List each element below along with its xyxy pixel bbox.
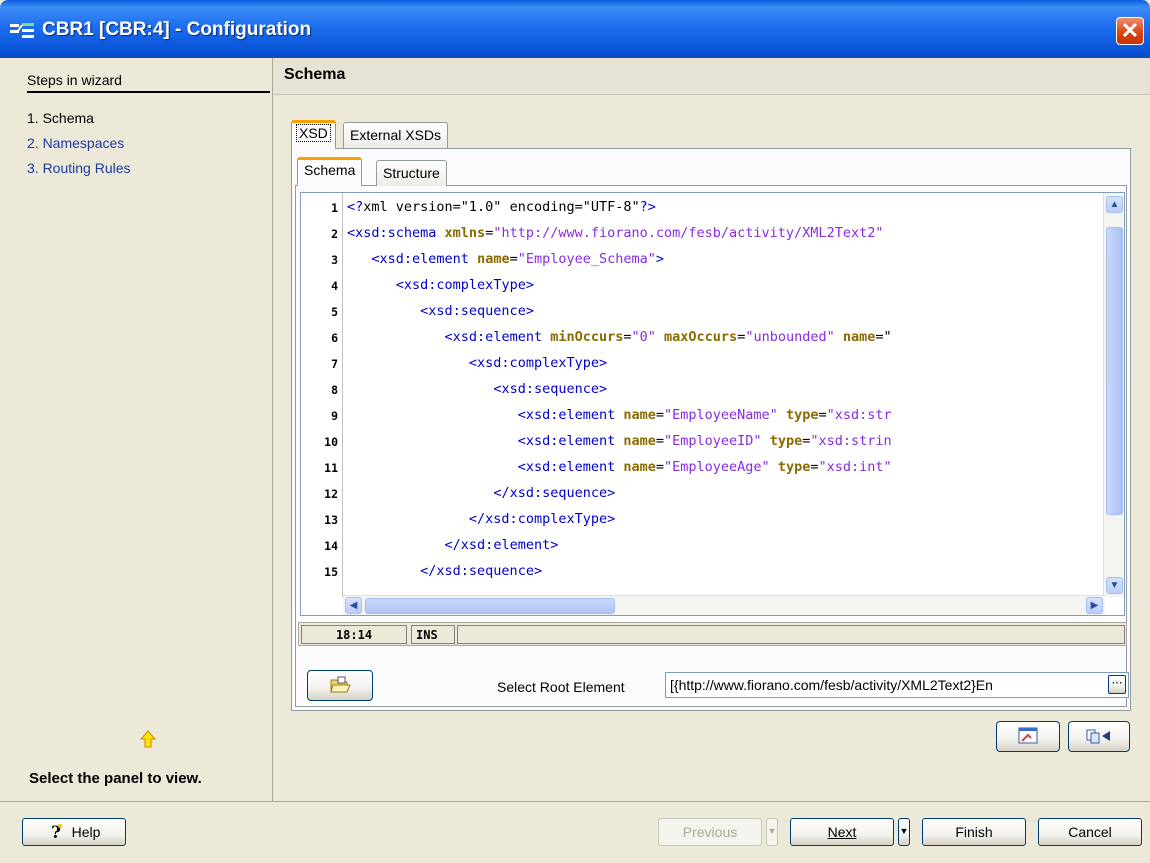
step-schema[interactable]: 1. Schema bbox=[27, 110, 94, 126]
previous-dropdown-icon[interactable]: ▼ bbox=[766, 818, 778, 846]
code-line[interactable]: <?xml version="1.0" encoding="UTF-8"?> bbox=[347, 199, 656, 215]
line-number: 15 bbox=[324, 565, 338, 579]
line-number: 6 bbox=[331, 331, 338, 345]
help-icon: ? bbox=[51, 823, 62, 843]
line-number-gutter: 1 2 3 4 5 6 7 8 9 10 11 12 13 14 15 bbox=[301, 193, 343, 597]
close-button[interactable]: ✕ bbox=[1116, 17, 1144, 45]
schema-tools-icon bbox=[1086, 729, 1110, 744]
up-arrow-icon bbox=[140, 730, 156, 748]
scroll-right-icon[interactable]: ▶ bbox=[1086, 597, 1103, 614]
code-line[interactable]: <xsd:complexType> bbox=[347, 277, 534, 293]
page-title: Schema bbox=[284, 66, 346, 83]
open-file-button[interactable] bbox=[307, 670, 373, 701]
line-number: 2 bbox=[331, 227, 338, 241]
hint-text: Select the panel to view. bbox=[29, 770, 202, 787]
line-number: 12 bbox=[324, 487, 338, 501]
browse-root-element-button[interactable]: ⋯ bbox=[1108, 675, 1126, 694]
scroll-down-icon[interactable]: ▼ bbox=[1106, 577, 1123, 594]
help-label: Help bbox=[71, 824, 101, 840]
tab-structure[interactable]: Structure bbox=[376, 160, 447, 186]
tab-external-xsds[interactable]: External XSDs bbox=[343, 122, 449, 148]
horizontal-scrollbar[interactable]: ◀ ▶ bbox=[343, 595, 1105, 615]
line-number: 1 bbox=[331, 201, 338, 215]
root-element-value: [{http://www.fiorano.com/fesb/activity/X… bbox=[670, 677, 993, 693]
next-dropdown-icon[interactable]: ▼ bbox=[898, 818, 910, 846]
code-line[interactable]: <xsd:schema xmlns="http://www.fiorano.co… bbox=[347, 225, 883, 241]
footer-divider bbox=[0, 801, 1150, 802]
line-number: 13 bbox=[324, 513, 338, 527]
tab-xsd-label: XSD bbox=[296, 124, 331, 142]
line-number: 5 bbox=[331, 305, 338, 319]
code-line[interactable]: <xsd:sequence> bbox=[347, 303, 534, 319]
next-button[interactable]: Next bbox=[790, 818, 894, 846]
help-button[interactable]: ? Help bbox=[22, 818, 126, 846]
code-line[interactable]: <xsd:element name="EmployeeName" type="x… bbox=[347, 407, 892, 423]
status-message bbox=[457, 625, 1125, 644]
editor-status-bar: 18:14 INS bbox=[298, 622, 1127, 646]
panel-header: Schema bbox=[273, 58, 1150, 95]
finish-button[interactable]: Finish bbox=[922, 818, 1026, 846]
previous-button[interactable]: Previous bbox=[658, 818, 762, 846]
vertical-scroll-thumb[interactable] bbox=[1106, 227, 1123, 515]
code-line[interactable]: <xsd:element minOccurs="0" maxOccurs="un… bbox=[347, 329, 892, 345]
line-number: 9 bbox=[331, 409, 338, 423]
configuration-icon bbox=[10, 23, 34, 38]
finish-label: Finish bbox=[955, 824, 993, 840]
preview-icon bbox=[1018, 727, 1038, 744]
code-line[interactable]: <xsd:element name="Employee_Schema"> bbox=[347, 251, 664, 267]
insert-mode: INS bbox=[411, 625, 455, 644]
window-title: CBR1 [CBR:4] - Configuration bbox=[42, 19, 312, 40]
code-line[interactable]: <xsd:element name="EmployeeAge" type="xs… bbox=[347, 459, 892, 475]
step-routing-rules[interactable]: 3. Routing Rules bbox=[27, 160, 131, 176]
scroll-left-icon[interactable]: ◀ bbox=[345, 597, 362, 614]
code-line[interactable]: </xsd:sequence> bbox=[347, 563, 542, 579]
code-line[interactable]: <xsd:element name="EmployeeID" type="xsd… bbox=[347, 433, 892, 449]
line-number: 10 bbox=[324, 435, 338, 449]
cancel-button[interactable]: Cancel bbox=[1038, 818, 1142, 846]
line-number: 8 bbox=[331, 383, 338, 397]
horizontal-scroll-thumb[interactable] bbox=[365, 598, 615, 614]
code-line[interactable]: </xsd:sequence> bbox=[347, 485, 615, 501]
open-folder-icon bbox=[330, 676, 351, 693]
tab-schema[interactable]: Schema bbox=[297, 157, 363, 186]
code-line[interactable]: <xsd:sequence> bbox=[347, 381, 607, 397]
next-label: Next bbox=[827, 824, 857, 840]
steps-header: Steps in wizard bbox=[27, 72, 122, 88]
code-line[interactable]: </xsd:element> bbox=[347, 537, 559, 553]
scroll-up-icon[interactable]: ▲ bbox=[1106, 196, 1123, 213]
line-number: 7 bbox=[331, 357, 338, 371]
line-number: 3 bbox=[331, 253, 338, 267]
code-line[interactable]: </xsd:complexType> bbox=[347, 511, 615, 527]
line-number: 11 bbox=[324, 461, 338, 475]
tab-xsd[interactable]: XSD bbox=[291, 120, 336, 149]
schema-tools-button[interactable] bbox=[1068, 721, 1130, 752]
preview-button[interactable] bbox=[996, 721, 1060, 752]
steps-divider bbox=[27, 91, 270, 93]
step-namespaces[interactable]: 2. Namespaces bbox=[27, 135, 124, 151]
xml-editor[interactable]: 1 2 3 4 5 6 7 8 9 10 11 12 13 14 15 <?xm… bbox=[300, 192, 1125, 616]
panel-divider bbox=[272, 58, 273, 801]
select-root-element-label: Select Root Element bbox=[497, 679, 625, 695]
cursor-position: 18:14 bbox=[301, 625, 407, 644]
title-bar: CBR1 [CBR:4] - Configuration ✕ bbox=[0, 0, 1150, 58]
line-number: 14 bbox=[324, 539, 338, 553]
line-number: 4 bbox=[331, 279, 338, 293]
wizard-steps-panel: Steps in wizard 1. Schema 2. Namespaces … bbox=[15, 58, 272, 801]
code-line[interactable]: <xsd:complexType> bbox=[347, 355, 607, 371]
vertical-scrollbar[interactable]: ▲ ▼ bbox=[1103, 193, 1124, 597]
root-element-field[interactable]: [{http://www.fiorano.com/fesb/activity/X… bbox=[665, 672, 1129, 698]
